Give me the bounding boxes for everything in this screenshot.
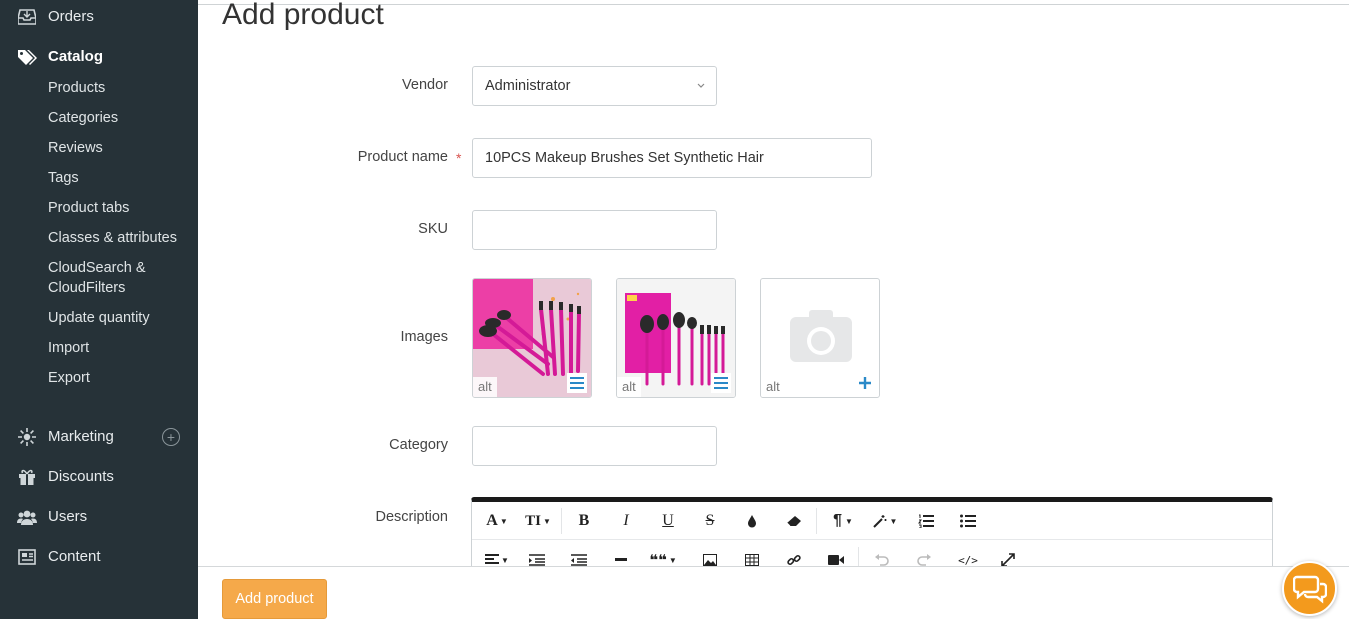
category-input[interactable]	[472, 426, 717, 466]
tags-icon	[17, 47, 37, 67]
chat-bubbles-icon	[1292, 575, 1327, 603]
font-family-label: A	[486, 512, 498, 529]
menu-icon[interactable]	[567, 373, 587, 393]
paragraph-label: ¶	[833, 512, 842, 529]
ordered-list-icon[interactable]	[916, 510, 936, 532]
nav-marketing-label: Marketing	[48, 428, 114, 445]
text-color-icon[interactable]	[742, 510, 762, 532]
product-name-input[interactable]: 10PCS Makeup Brushes Set Synthetic Hair	[472, 138, 872, 178]
magic-wand-icon[interactable]: ▼	[870, 510, 900, 532]
bold-button[interactable]: B	[574, 510, 594, 532]
sidebar-item-reviews[interactable]: Reviews	[48, 138, 103, 158]
unordered-list-icon[interactable]	[958, 510, 978, 532]
nav-content[interactable]: Content	[0, 544, 198, 570]
paragraph-button[interactable]: ¶ ▼	[828, 510, 858, 532]
sidebar-item-export[interactable]: Export	[48, 368, 90, 388]
underline-button[interactable]: U	[658, 510, 678, 532]
required-asterisk: *	[456, 150, 462, 166]
font-size-button[interactable]: TI ▼	[522, 510, 554, 532]
menu-icon[interactable]	[711, 373, 731, 393]
inbox-icon	[17, 7, 37, 27]
images-label: Images	[400, 329, 448, 345]
add-image-slot[interactable]: alt	[760, 278, 880, 398]
nav-orders[interactable]: Orders	[0, 4, 198, 30]
nav-discounts-label: Discounts	[48, 468, 114, 485]
bottom-action-bar	[198, 566, 1349, 619]
sidebar: Orders Catalog Products Categories Revie…	[0, 0, 198, 619]
nav-users[interactable]: Users	[0, 504, 198, 530]
toolbar-separator	[816, 508, 817, 534]
image-3-alt[interactable]: alt	[761, 377, 785, 397]
sidebar-item-products[interactable]: Products	[48, 78, 105, 98]
vendor-label: Vendor	[402, 77, 448, 93]
sidebar-item-cloudsearch-line2: CloudFilters	[48, 280, 126, 296]
sidebar-item-update-quantity[interactable]: Update quantity	[48, 308, 150, 328]
nav-catalog[interactable]: Catalog	[0, 44, 198, 70]
vendor-select-value: Administrator	[485, 78, 571, 94]
sidebar-item-import[interactable]: Import	[48, 338, 89, 358]
strikethrough-button[interactable]: S	[700, 510, 720, 532]
description-label: Description	[375, 509, 448, 525]
sidebar-item-cloudsearch[interactable]: CloudSearch & CloudFilters	[48, 258, 146, 298]
font-family-button[interactable]: A ▼	[482, 510, 512, 532]
product-image-1[interactable]: alt	[472, 278, 592, 398]
sidebar-item-tags[interactable]: Tags	[48, 168, 79, 188]
editor-toolbar-row-1: A ▼ TI ▼ B I U S ¶ ▼ ▼	[472, 502, 1272, 540]
italic-button[interactable]: I	[616, 510, 636, 532]
toolbar-separator	[561, 508, 562, 534]
vendor-select[interactable]: Administrator	[472, 66, 717, 106]
gift-icon	[17, 467, 37, 487]
add-product-button[interactable]: Add product	[222, 579, 327, 619]
chevron-down-icon	[697, 83, 705, 88]
nav-users-label: Users	[48, 508, 88, 525]
newspaper-icon	[17, 547, 37, 567]
nav-content-label: Content	[48, 548, 101, 565]
users-icon	[17, 507, 37, 527]
nav-discounts[interactable]: Discounts	[0, 464, 198, 490]
sun-burst-icon	[17, 427, 37, 447]
sku-label: SKU	[418, 221, 448, 237]
category-label: Category	[389, 437, 448, 453]
product-name-label: Product name	[357, 149, 448, 165]
description-editor[interactable]: A ▼ TI ▼ B I U S ¶ ▼ ▼ ▼ ❝❝ ▼ </>	[471, 497, 1273, 577]
sidebar-item-classes-attributes[interactable]: Classes & attributes	[48, 228, 177, 248]
sidebar-item-categories[interactable]: Categories	[48, 108, 118, 128]
image-1-alt[interactable]: alt	[473, 377, 497, 397]
sidebar-item-product-tabs[interactable]: Product tabs	[48, 198, 129, 218]
page-title: Add product	[222, 0, 384, 31]
expand-plus-icon[interactable]: +	[162, 428, 180, 446]
font-size-label: TI	[525, 512, 541, 529]
nav-orders-label: Orders	[48, 8, 94, 25]
product-image-2[interactable]: alt	[616, 278, 736, 398]
product-name-value: 10PCS Makeup Brushes Set Synthetic Hair	[485, 150, 764, 166]
nav-catalog-label: Catalog	[48, 48, 104, 65]
eraser-icon[interactable]	[784, 510, 804, 532]
nav-marketing[interactable]: Marketing +	[0, 424, 198, 450]
sku-input[interactable]	[472, 210, 717, 250]
sidebar-item-cloudsearch-line1: CloudSearch &	[48, 260, 146, 276]
plus-icon[interactable]	[855, 373, 875, 393]
image-2-alt[interactable]: alt	[617, 377, 641, 397]
chat-support-button[interactable]	[1282, 561, 1337, 616]
